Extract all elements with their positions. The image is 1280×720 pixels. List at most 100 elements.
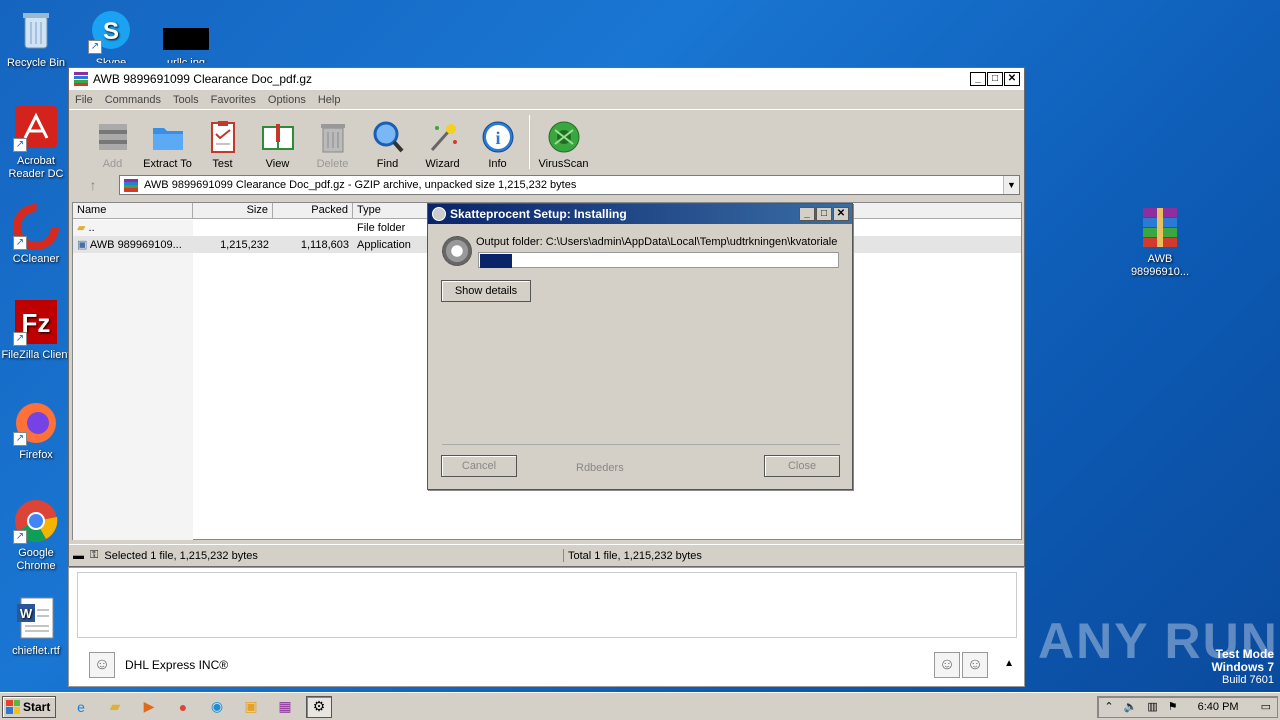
acrobat-icon: ↗ [13, 106, 59, 152]
desktop-icon-label: Acrobat Reader DC [8, 155, 64, 180]
wand-icon [426, 120, 460, 154]
menu-file[interactable]: File [75, 94, 93, 106]
test-mode-notice: Test Mode Windows 7 Build 7601 [1211, 648, 1274, 687]
show-details-button[interactable]: Show details [441, 280, 531, 302]
install-progress-bar [478, 252, 839, 268]
chevron-down-icon[interactable]: ▼ [1003, 176, 1019, 194]
window-controls: _ □ ✕ [970, 72, 1020, 86]
desktop-icon-label: CCleaner [12, 253, 60, 265]
test-clipboard-icon [206, 120, 240, 154]
flag-icon[interactable]: ⚑ [1168, 700, 1178, 713]
up-folder-icon[interactable]: ↑ [73, 177, 113, 193]
desktop-icon-label: urllc.jpg [167, 57, 205, 63]
message-area[interactable] [77, 572, 1017, 638]
desktop-icon-ccleaner[interactable]: ↗ CCleaner [0, 204, 72, 266]
chevron-up-icon[interactable]: ⌃ [1104, 700, 1113, 713]
desktop-icon-label: Firefox [19, 449, 53, 461]
delete-button[interactable]: Delete [305, 120, 360, 173]
shortcut-arrow-icon: ↗ [13, 138, 27, 152]
internet-explorer-icon[interactable]: e [68, 696, 94, 718]
minimize-button[interactable]: _ [799, 207, 815, 221]
shortcut-arrow-icon: ↗ [13, 530, 27, 544]
delete-label: Delete [316, 158, 349, 170]
outlook-icon[interactable]: ▣ [238, 696, 264, 718]
file-explorer-icon[interactable]: ▰ [102, 696, 128, 718]
extract-to-button[interactable]: Extract To [140, 120, 195, 173]
avatar-icon[interactable]: ☺ [962, 652, 988, 678]
menu-bar: File Commands Tools Favorites Options He… [69, 90, 1024, 109]
chevron-up-icon[interactable]: ▲ [1004, 658, 1014, 669]
menu-tools[interactable]: Tools [173, 94, 199, 106]
add-button[interactable]: Add [85, 120, 140, 173]
maximize-button[interactable]: □ [816, 207, 832, 221]
windows-logo-icon [6, 699, 20, 714]
desktop-icon-awb-archive[interactable]: AWB 98996910... [1124, 204, 1196, 279]
info-icon: i [481, 120, 515, 154]
system-tray: ⌃ 🔈 ▥ ⚑ 6:40 PM ▭ [1097, 695, 1278, 718]
menu-favorites[interactable]: Favorites [211, 94, 256, 106]
menu-options[interactable]: Options [268, 94, 306, 106]
extract-folder-icon [151, 120, 185, 154]
edge-icon[interactable]: ◉ [204, 696, 230, 718]
image-file-icon [163, 8, 209, 54]
desktop-icon-chrome[interactable]: ↗ Google Chrome [0, 498, 72, 573]
desktop-icon-recycle-bin[interactable]: Recycle Bin [0, 8, 72, 70]
path-combobox[interactable]: AWB 9899691099 Clearance Doc_pdf.gz - GZ… [119, 175, 1020, 195]
column-packed[interactable]: Packed [273, 203, 353, 218]
cancel-button[interactable]: Cancel [441, 455, 517, 477]
sender-row: ☺ DHL Express INC® [89, 652, 228, 678]
view-button[interactable]: View [250, 120, 305, 173]
svg-text:S: S [103, 18, 119, 45]
winrar-titlebar[interactable]: AWB 9899691099 Clearance Doc_pdf.gz _ □ … [69, 68, 1024, 90]
desktop-icon-chieflet[interactable]: W chieflet.rtf [0, 596, 72, 658]
shortcut-arrow-icon: ↗ [13, 236, 27, 250]
menu-commands[interactable]: Commands [105, 94, 161, 106]
start-button[interactable]: Start [2, 695, 56, 718]
desktop-icon-filezilla[interactable]: Fz ↗ FileZilla Client [0, 300, 72, 362]
find-button[interactable]: Find [360, 120, 415, 173]
progress-fill [480, 254, 512, 268]
extract-to-label: Extract To [143, 158, 192, 170]
setup-titlebar[interactable]: Skatteprocent Setup: Installing _ □ ✕ [428, 204, 852, 224]
view-book-icon [261, 120, 295, 154]
add-label: Add [102, 158, 123, 170]
row-name: ▣ AWB 989969109... [73, 238, 193, 251]
column-name[interactable]: Name [73, 203, 193, 218]
chrome-icon[interactable]: ● [170, 696, 196, 718]
installer-gear-icon [442, 236, 472, 266]
network-icon[interactable]: ▥ [1147, 700, 1157, 713]
wizard-button[interactable]: Wizard [415, 120, 470, 173]
clock[interactable]: 6:40 PM [1198, 701, 1239, 713]
close-dialog-button[interactable]: Close [764, 455, 840, 477]
close-button[interactable]: ✕ [1004, 72, 1020, 86]
minimize-button[interactable]: _ [970, 72, 986, 86]
media-player-icon[interactable]: ▶ [136, 696, 162, 718]
volume-icon[interactable]: 🔈 [1124, 700, 1138, 713]
virusscan-button[interactable]: VirusScan [536, 120, 591, 173]
maximize-button[interactable]: □ [987, 72, 1003, 86]
avatar-icon[interactable]: ☺ [934, 652, 960, 678]
info-button[interactable]: i Info [470, 120, 525, 173]
column-size[interactable]: Size [193, 203, 273, 218]
firefox-icon: ↗ [13, 400, 59, 446]
test-button[interactable]: Test [195, 120, 250, 173]
desktop-icon-firefox[interactable]: ↗ Firefox [0, 400, 72, 462]
toolbar: Add Extract To Test View Delete Find Wiz… [69, 109, 1024, 173]
status-selected: Selected 1 file, 1,215,232 bytes [104, 549, 258, 562]
setup-taskbar-icon[interactable]: ⚙ [306, 695, 332, 718]
desktop-icon-acrobat[interactable]: ↗ Acrobat Reader DC [0, 106, 72, 181]
svg-text:i: i [495, 128, 500, 148]
desktop-icon-urllc[interactable]: urllc.jpg [150, 8, 222, 63]
show-desktop-icon[interactable]: ▭ [1261, 700, 1271, 713]
desktop-icon-skype[interactable]: S ↗ Skype [75, 8, 147, 63]
toolbar-separator [529, 115, 530, 169]
menu-help[interactable]: Help [318, 94, 341, 106]
name-column-shade [73, 220, 193, 540]
status-total: Total 1 file, 1,215,232 bytes [568, 549, 702, 562]
winrar-taskbar-icon[interactable]: ▦ [272, 696, 298, 718]
status-bar: ▬ ⚿ Selected 1 file, 1,215,232 bytes Tot… [69, 544, 1024, 566]
taskbar: Start e ▰ ▶ ● ◉ ▣ ▦ ⚙ ⌃ 🔈 ▥ ⚑ 6:40 PM ▭ [0, 692, 1280, 720]
shortcut-arrow-icon: ↗ [13, 432, 27, 446]
close-button[interactable]: ✕ [833, 207, 849, 221]
virus-scan-icon [547, 120, 581, 154]
